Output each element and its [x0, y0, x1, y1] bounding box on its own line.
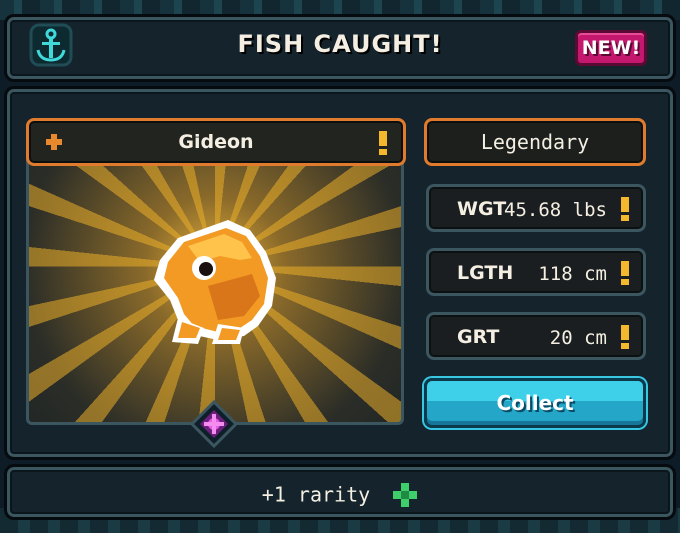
rarity-text: Legendary: [480, 130, 590, 154]
orange-fish-sprite: [154, 220, 276, 344]
rarity-label: Legendary: [424, 118, 646, 166]
exclamation-icon: [621, 261, 629, 285]
stat-weight: WGT 45.68 lbs: [426, 184, 646, 232]
stat-label: WGT: [457, 198, 507, 220]
stat-value: 20 cm: [549, 327, 607, 349]
stat-label: GRT: [457, 326, 500, 348]
fish-name: Gideon: [178, 131, 254, 153]
exclamation-icon: [621, 325, 629, 349]
rarity-gem-icon: [190, 400, 238, 448]
rarity-bonus-text: +1 rarity: [261, 482, 371, 507]
green-clover-icon: [393, 482, 418, 507]
stat-value: 118 cm: [538, 263, 607, 285]
stat-value: 45.68 lbs: [504, 199, 607, 221]
fish-name-plate: Gideon: [26, 118, 406, 166]
rarity-bonus: +1 rarity: [0, 481, 680, 508]
exclamation-icon: [621, 197, 629, 221]
collect-button[interactable]: Collect: [424, 378, 646, 428]
exclamation-icon: [379, 131, 387, 155]
stat-label: LGTH: [457, 262, 514, 284]
stat-length: LGTH 118 cm: [426, 248, 646, 296]
new-badge: NEW!: [575, 30, 647, 66]
stat-girth: GRT 20 cm: [426, 312, 646, 360]
plus-gem-icon: [46, 134, 62, 150]
